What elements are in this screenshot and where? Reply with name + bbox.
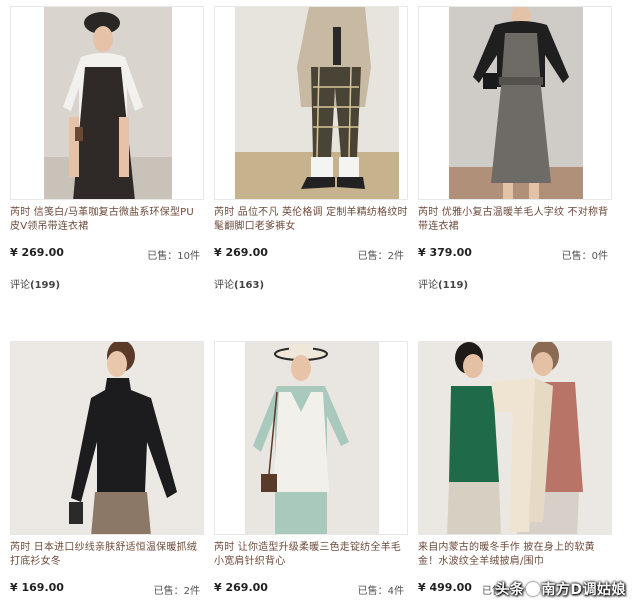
comments-label: 评论 [10,280,30,291]
comments-label: 评论 [418,280,438,291]
black-slip-dress-photo [44,7,172,199]
product-card[interactable]: 芮时 信笺白/马革咖复古微盐系环保型PU皮V领吊带连衣裙 ¥ 269.00 已售… [10,6,204,291]
product-title[interactable]: 芮时 让你造型升级柔暖三色走锭纺全羊毛小宽肩针织背心 [214,541,408,571]
comments-link[interactable]: 评论(163) [214,276,408,291]
product-card[interactable]: 来自内蒙古的暖冬手作 披在身上的软黄金！水波纹全羊绒披肩/围巾 ¥ 499.00… [418,341,612,597]
product-price: ¥ 499.00 [418,581,472,594]
product-title[interactable]: 芮时 日本进口纱线亲肤舒适恒温保暖抓绒打底衫女冬 [10,541,204,571]
knit-vest-photo [245,342,379,534]
product-title[interactable]: 芮时 品位不凡 英伦格调 定制羊精纺格纹时髦翻脚口老爹裤女 [214,206,408,236]
comments-count: (163) [234,280,265,291]
watermark: 头条 南方D调姑娘 [495,579,626,599]
watermark-author: 南方D调姑娘 [541,582,626,598]
product-card[interactable]: 芮时 品位不凡 英伦格调 定制羊精纺格纹时髦翻脚口老爹裤女 ¥ 269.00 已… [214,6,408,291]
product-image[interactable] [10,341,204,535]
sold-count: 已售：4件 [357,586,404,597]
sold-count: 已售：2件 [357,251,404,262]
comments-label: 评论 [214,280,234,291]
product-image[interactable] [418,6,612,200]
comments-link[interactable]: 评论(199) [10,276,204,291]
product-price: ¥ 379.00 [418,246,472,259]
watermark-prefix: 头条 [495,582,525,598]
product-title[interactable]: 来自内蒙古的暖冬手作 披在身上的软黄金！水波纹全羊绒披肩/围巾 [418,541,612,571]
plaid-trousers-photo [235,7,399,199]
comments-link[interactable]: 评论(119) [418,276,612,291]
product-card[interactable]: 芮时 日本进口纱线亲肤舒适恒温保暖抓绒打底衫女冬 ¥ 169.00 已售：2件 [10,341,204,597]
sold-count: 已售：2件 [153,586,200,597]
product-card[interactable]: 芮时 优雅小复古温暖羊毛人字纹 不对称背带连衣裙 ¥ 379.00 已售：0件 … [418,6,612,291]
sold-count: 已售：10件 [147,251,200,262]
comments-count: (199) [30,280,61,291]
sold-count: 已售：0件 [561,251,608,262]
herringbone-pinafore-photo [449,7,583,199]
product-image[interactable] [10,6,204,200]
product-image[interactable] [418,341,612,535]
product-card[interactable]: 芮时 让你造型升级柔暖三色走锭纺全羊毛小宽肩针织背心 ¥ 269.00 已售：4… [214,341,408,597]
product-title[interactable]: 芮时 信笺白/马革咖复古微盐系环保型PU皮V领吊带连衣裙 [10,206,204,236]
product-price: ¥ 169.00 [10,581,64,594]
product-price: ¥ 269.00 [214,581,268,594]
product-image[interactable] [214,341,408,535]
comments-count: (119) [438,280,469,291]
product-price: ¥ 269.00 [10,246,64,259]
black-turtleneck-photo [11,342,203,534]
product-image[interactable] [214,6,408,200]
product-price: ¥ 269.00 [214,246,268,259]
cashmere-scarf-photo [419,342,611,534]
at-icon [526,582,541,596]
product-title[interactable]: 芮时 优雅小复古温暖羊毛人字纹 不对称背带连衣裙 [418,206,612,236]
